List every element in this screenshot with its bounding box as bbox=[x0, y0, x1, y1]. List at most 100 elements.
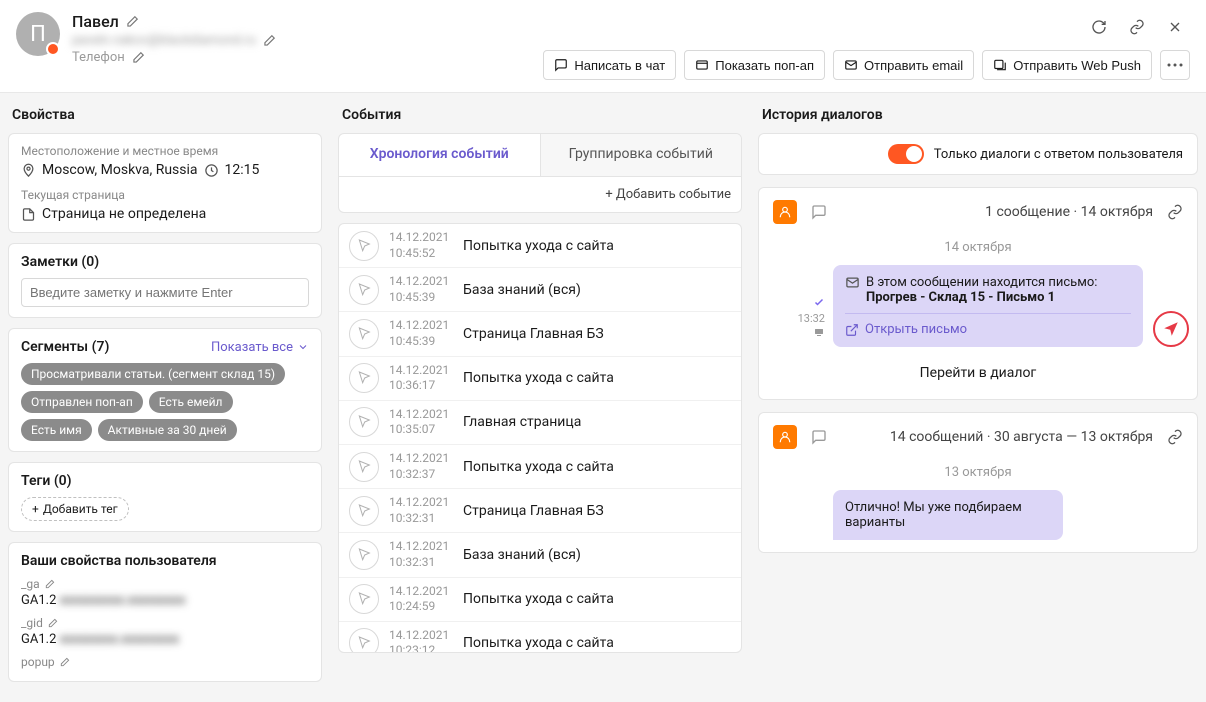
event-title: База знаний (вся) bbox=[463, 282, 581, 298]
name-row: Павел bbox=[72, 12, 276, 31]
properties-column: Свойства Местоположение и местное время … bbox=[0, 93, 330, 702]
more-icon[interactable] bbox=[1160, 50, 1190, 80]
dialog-summary: 1 сообщение · 14 октября bbox=[985, 204, 1153, 220]
dialog-thread: 1 сообщение · 14 октября 14 октября 13:3… bbox=[758, 187, 1198, 400]
refresh-icon[interactable] bbox=[1084, 12, 1114, 42]
user-phone: Телефон bbox=[72, 50, 125, 65]
dialog-link-icon[interactable] bbox=[1167, 204, 1183, 220]
event-title: Попытка ухода с сайта bbox=[463, 370, 614, 386]
cursor-icon bbox=[349, 452, 379, 482]
event-row[interactable]: 14.12.202110:24:59Попытка ухода с сайта bbox=[339, 578, 741, 622]
segment-pill[interactable]: Отправлен поп-ап bbox=[21, 391, 143, 413]
event-row[interactable]: 14.12.202110:32:31База знаний (вся) bbox=[339, 533, 741, 577]
send-webpush-button[interactable]: Отправить Web Push bbox=[982, 50, 1152, 80]
current-page-value: Страница не определена bbox=[42, 206, 206, 222]
notes-card: Заметки (0) bbox=[8, 243, 322, 318]
add-event-button[interactable]: + Добавить событие bbox=[605, 187, 731, 202]
edit-name-icon[interactable] bbox=[125, 15, 139, 29]
user-prop-val: GA1.2 xxxxxxxxxx.xxxxxxxxx bbox=[21, 593, 309, 608]
event-time: 14.12.202110:45:39 bbox=[389, 318, 453, 349]
dialog-date-divider: 14 октября bbox=[773, 240, 1183, 255]
show-popup-button[interactable]: Показать поп-ап bbox=[684, 50, 825, 80]
event-title: Попытка ухода с сайта bbox=[463, 635, 614, 651]
cursor-icon bbox=[349, 275, 379, 305]
edit-icon[interactable] bbox=[47, 618, 58, 629]
event-row[interactable]: 14.12.202110:35:07Главная страница bbox=[339, 401, 741, 445]
event-row[interactable]: 14.12.202110:32:37Попытка ухода с сайта bbox=[339, 445, 741, 489]
cursor-icon bbox=[349, 540, 379, 570]
event-row[interactable]: 14.12.202110:45:39 База знаний (вся) bbox=[339, 268, 741, 312]
close-icon[interactable] bbox=[1160, 12, 1190, 42]
time-value: 12:15 bbox=[225, 162, 260, 178]
message-box: Отлично! Мы уже подбираем варианты bbox=[833, 490, 1063, 540]
event-time: 14.12.202110:35:07 bbox=[389, 407, 453, 438]
properties-title: Свойства bbox=[12, 107, 322, 123]
event-row[interactable]: 14.12.202110:36:17Попытка ухода с сайта bbox=[339, 357, 741, 401]
dialogs-filter-toggle[interactable] bbox=[888, 144, 924, 164]
send-webpush-label: Отправить Web Push bbox=[1013, 58, 1141, 73]
dialog-date-divider: 13 октября bbox=[773, 465, 1183, 480]
event-row[interactable]: 14.12.202110:45:39 Страница Главная БЗ bbox=[339, 312, 741, 356]
event-time: 14.12.202110:45:52 bbox=[389, 230, 453, 261]
edit-phone-icon[interactable] bbox=[131, 51, 145, 65]
event-row[interactable]: 14.12.202110:23:12 Попытка ухода с сайта bbox=[339, 622, 741, 653]
chat-type-icon bbox=[807, 425, 831, 449]
cursor-icon bbox=[349, 628, 379, 653]
write-chat-button[interactable]: Написать в чат bbox=[543, 50, 676, 80]
dialog-link-icon[interactable] bbox=[1167, 429, 1183, 445]
event-title: Попытка ухода с сайта bbox=[463, 459, 614, 475]
edit-email-icon[interactable] bbox=[262, 34, 276, 48]
add-tag-button[interactable]: + Добавить тег bbox=[21, 497, 129, 521]
segment-pill[interactable]: Есть имя bbox=[21, 419, 92, 441]
event-time: 14.12.202110:32:31 bbox=[389, 495, 453, 526]
link-icon[interactable] bbox=[1122, 12, 1152, 42]
segment-pill[interactable]: Просматривали статьи. (сегмент склад 15) bbox=[21, 363, 285, 385]
edit-icon[interactable] bbox=[59, 657, 70, 668]
user-prop-row: _ga GA1.2 xxxxxxxxxx.xxxxxxxxx bbox=[21, 577, 309, 608]
chevron-down-icon bbox=[297, 341, 309, 353]
cursor-icon bbox=[349, 496, 379, 526]
write-chat-label: Написать в чат bbox=[574, 58, 665, 73]
chat-type-icon bbox=[807, 200, 831, 224]
send-email-button[interactable]: Отправить email bbox=[833, 50, 974, 80]
message-prefix: В этом сообщении находится письмо: bbox=[866, 275, 1097, 290]
edit-icon[interactable] bbox=[44, 579, 55, 590]
notes-input[interactable] bbox=[21, 278, 309, 307]
tab-timeline[interactable]: Хронология событий bbox=[339, 134, 540, 176]
user-props-title: Ваши свойства пользователя bbox=[21, 553, 309, 569]
page-icon bbox=[21, 207, 36, 222]
events-column: События Хронология событий Группировка с… bbox=[330, 93, 750, 702]
dialog-summary: 14 сообщений · 30 августа — 13 октября bbox=[890, 429, 1153, 445]
send-email-label: Отправить email bbox=[864, 58, 963, 73]
tags-title: Теги (0) bbox=[21, 473, 309, 489]
event-row[interactable]: 14.12.202110:32:31Страница Главная БЗ bbox=[339, 489, 741, 533]
tab-group[interactable]: Группировка событий bbox=[540, 134, 742, 176]
dialogs-filter-label: Только диалоги с ответом пользователя bbox=[934, 147, 1183, 162]
segments-show-all[interactable]: Показать все bbox=[211, 340, 309, 355]
event-time: 14.12.202110:23:12 bbox=[389, 628, 453, 653]
user-props-card: Ваши свойства пользователя _ga GA1.2 xxx… bbox=[8, 542, 322, 682]
segment-pill[interactable]: Активные за 30 дней bbox=[98, 419, 237, 441]
open-letter-button[interactable]: Открыть письмо bbox=[845, 322, 1131, 337]
dialogs-column: История диалогов Только диалоги с ответо… bbox=[750, 93, 1206, 702]
event-title: Попытка ухода с сайта bbox=[463, 591, 614, 607]
message-timestamp: 13:32 bbox=[781, 296, 825, 341]
header-left: П Павел paveln.nakov@blackdiamond.ru Тел… bbox=[16, 12, 276, 65]
events-timeline[interactable]: 14.12.202110:45:52Попытка ухода с сайта1… bbox=[338, 223, 742, 653]
event-title: Страница Главная БЗ bbox=[463, 326, 604, 342]
user-prop-key: popup bbox=[21, 655, 309, 669]
user-prop-row: popup bbox=[21, 655, 309, 669]
user-prop-key: _gid bbox=[21, 616, 309, 630]
segment-pill[interactable]: Есть емейл bbox=[149, 391, 233, 413]
avatar-letter: П bbox=[30, 22, 46, 47]
event-time: 14.12.202110:45:39 bbox=[389, 274, 453, 305]
event-row[interactable]: 14.12.202110:45:52Попытка ухода с сайта bbox=[339, 224, 741, 268]
cursor-icon bbox=[349, 231, 379, 261]
current-page-label: Текущая страница bbox=[21, 188, 309, 202]
email-row: paveln.nakov@blackdiamond.ru bbox=[72, 33, 276, 48]
add-event-bar: + Добавить событие bbox=[338, 177, 742, 213]
user-prop-row: _gid GA1.2 xxxxxxxxx.xxxxxxxxx bbox=[21, 616, 309, 647]
clock-icon bbox=[204, 163, 219, 178]
go-to-dialog-button[interactable]: Перейти в диалог bbox=[773, 365, 1183, 381]
avatar[interactable]: П bbox=[16, 12, 60, 56]
